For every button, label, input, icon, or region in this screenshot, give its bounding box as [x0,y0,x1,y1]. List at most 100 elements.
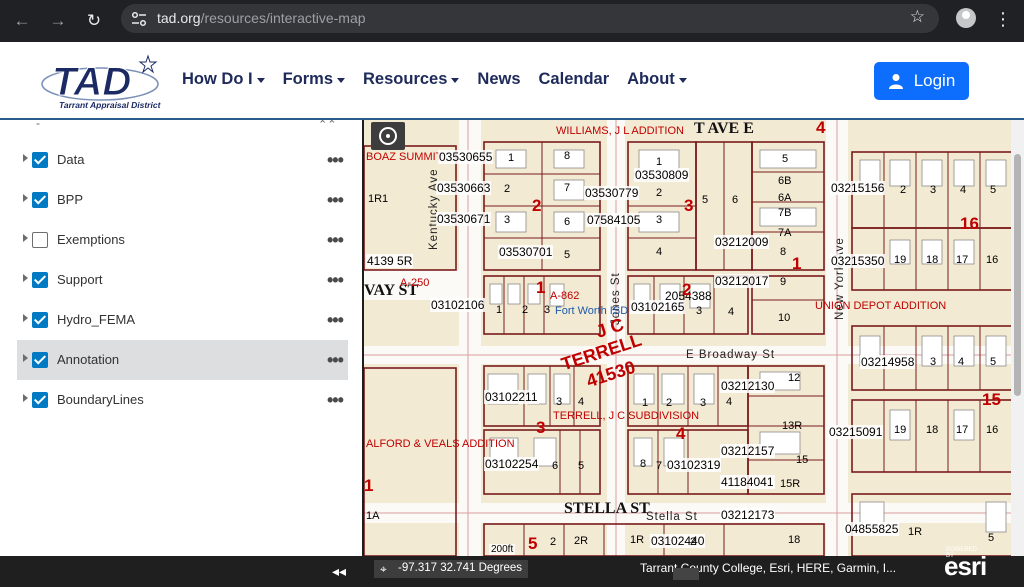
lot-number: 17 [956,424,969,436]
layer-checkbox[interactable] [32,352,48,368]
parcel-account-label[interactable]: 03102211 [484,390,539,404]
street-label: T AVE E [694,120,754,137]
collapse-panel-icon[interactable]: ◂◂ [332,563,346,580]
parcel-account-label[interactable]: 03530779 [584,186,640,200]
parcel-account-label[interactable]: 03102319 [666,458,722,472]
lot-number: 8 [640,458,647,470]
more-options-icon[interactable]: ••• [327,310,344,331]
attribution-expand-icon[interactable] [673,568,699,580]
layer-row-annotation[interactable]: Annotation ••• [17,340,348,380]
block-number: 1 [364,476,374,495]
map-view[interactable]: T AVE E STELLA ST Stella St E Broadway S… [364,120,1024,556]
lot-number: 9 [780,276,787,288]
parcel-account-label[interactable]: 03102106 [430,298,486,312]
layer-checkbox[interactable] [32,152,48,168]
lot-number: 5 [988,532,995,544]
parcel-account-label[interactable]: 03102440 [650,534,706,548]
expand-caret-icon[interactable] [23,314,28,322]
parcel-account-label[interactable]: 03102254 [484,457,540,471]
lot-number: 5 [990,184,997,196]
more-options-icon[interactable]: ••• [327,190,344,211]
lot-number: 3 [930,184,937,196]
profile-avatar[interactable] [956,8,976,28]
parcel-account-label[interactable]: 03530663 [436,181,492,195]
layer-row-boundarylines[interactable]: BoundaryLines ••• [17,380,348,420]
more-options-icon[interactable]: ••• [327,270,344,291]
parcel-account-label[interactable]: 03530701 [498,245,554,259]
parcel-account-label[interactable]: 03530809 [634,168,690,182]
layer-checkbox[interactable] [32,232,48,248]
expand-caret-icon[interactable] [23,394,28,402]
layer-row-exemptions[interactable]: Exemptions ••• [17,220,348,260]
collapse-all-icon[interactable]: ⌃⌃ [318,120,336,131]
lot-number: 4 [960,184,967,196]
lot-number: 2 [690,536,697,548]
scrollbar-thumb[interactable] [1014,154,1021,396]
more-options-icon[interactable]: ••• [327,150,344,171]
lot-number: 3 [656,214,663,226]
more-options-icon[interactable]: ••• [327,390,344,411]
parcel-account-label[interactable]: 07584105 [586,213,642,227]
back-arrow-icon[interactable]: ← [10,9,34,33]
address-bar[interactable]: tad.org/resources/interactive-map ☆ [121,4,939,33]
layer-row-data[interactable]: Data ••• [17,140,348,180]
more-options-icon[interactable]: ••• [327,350,344,371]
parcel-account-label[interactable]: 03215091 [828,425,884,439]
expand-caret-icon[interactable] [23,194,28,202]
nav-how-do-i[interactable]: How Do I [182,70,265,89]
layer-label: Hydro_FEMA [57,312,136,327]
parcel-account-label[interactable]: 03212017 [714,274,770,288]
parcel-account-label[interactable]: 03215156 [830,181,886,195]
nav-forms[interactable]: Forms [283,70,346,89]
expand-caret-icon[interactable] [23,274,28,282]
lot-number: 7 [564,182,571,194]
parcel-account-label[interactable]: 4139 5R [366,254,414,268]
nav-about[interactable]: About [627,70,687,89]
layer-checkbox[interactable] [32,392,48,408]
expand-caret-icon[interactable] [23,354,28,362]
lot-number: 3 [700,397,707,409]
expand-caret-icon[interactable] [23,154,28,162]
parcel-account-label[interactable]: 03212173 [720,508,776,522]
nav-calendar[interactable]: Calendar [539,70,610,89]
layer-checkbox[interactable] [32,272,48,288]
parcel-account-label[interactable]: 04855825 [844,522,900,536]
nav-resources[interactable]: Resources [363,70,460,89]
site-settings-icon[interactable] [130,10,148,28]
lot-number: 3 [556,396,563,408]
nav-news[interactable]: News [477,70,520,89]
lot-number: 1R1 [368,193,389,205]
parcel-account-label[interactable]: 41184041 [720,475,775,489]
lot-number: 4 [726,396,733,408]
parcel-account-label[interactable]: 03530655 [438,150,494,164]
reload-icon[interactable]: ↻ [82,9,106,33]
coordinate-readout[interactable]: ⌖ -97.317 32.741 Degrees [374,560,529,578]
bookmark-star-icon[interactable]: ☆ [910,7,925,27]
layer-checkbox[interactable] [32,192,48,208]
layer-row-bpp[interactable]: BPP ••• [17,180,348,220]
more-options-icon[interactable]: ••• [327,230,344,251]
subdivision-label: BOAZ SUMMIT [366,151,443,163]
parcel-account-label[interactable]: 03215350 [830,254,886,268]
parcel-account-label[interactable]: 03214958 [860,355,916,369]
page-scrollbar[interactable] [1011,120,1024,556]
expand-caret-icon[interactable] [23,234,28,242]
locate-me-icon[interactable] [371,122,405,150]
parcel-account-label[interactable]: 03212130 [720,379,776,393]
layer-checkbox[interactable] [32,312,48,328]
esri-powered-by: POWERED BY [946,547,978,559]
parcel-account-label[interactable]: 03530671 [436,212,492,226]
panel-header-cut: - [36,120,40,130]
lot-number: 7A [778,227,792,239]
login-button[interactable]: Login [874,62,969,100]
layer-row-hydro-fema[interactable]: Hydro_FEMA ••• [17,300,348,340]
parcel-account-label[interactable]: 03212009 [714,235,770,249]
layer-row-support[interactable]: Support ••• [17,260,348,300]
browser-menu-icon[interactable]: ⋮ [994,8,1012,32]
lot-number: 1 [496,304,503,316]
parcel-account-label[interactable]: 03212157 [720,444,776,458]
lot-number: 6 [732,194,739,206]
forward-arrow-icon[interactable]: → [46,9,70,33]
lot-number: 4 [578,396,585,408]
tad-logo[interactable]: TAD Tarrant Appraisal District [38,50,162,114]
